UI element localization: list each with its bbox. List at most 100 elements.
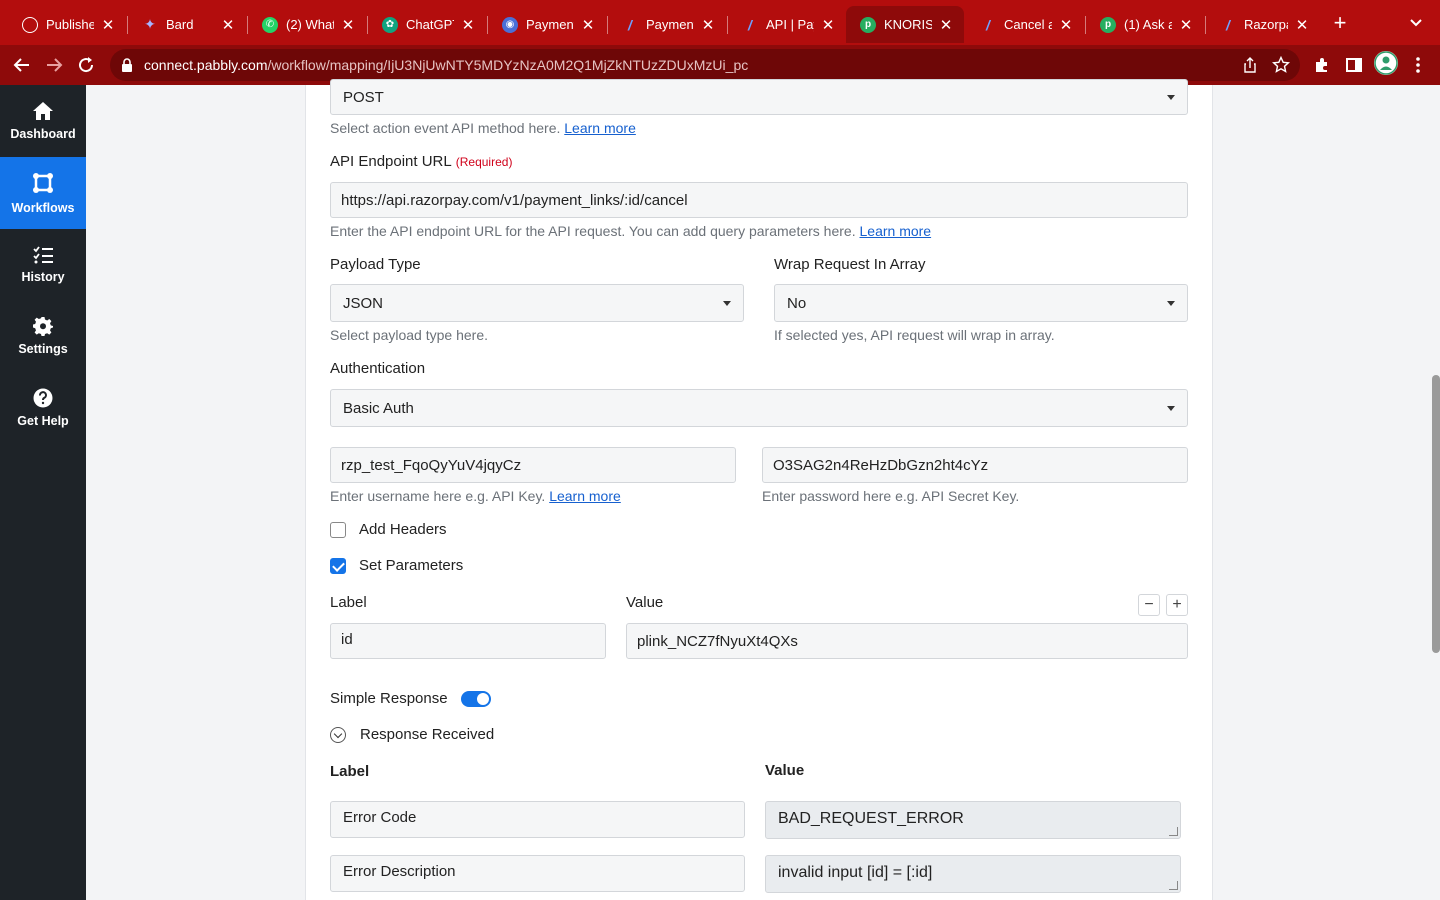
sidebar-item-get-help[interactable]: Get Help [0,372,86,444]
endpoint-help: Enter the API endpoint URL for the API r… [330,223,932,239]
list-icon [33,246,53,264]
address-bar[interactable]: connect.pabbly.com/workflow/mapping/IjU3… [110,49,1300,81]
param-value-input[interactable]: plink_NCZ7fNyuXt4QXs [626,623,1188,659]
main-content: POST Select action event API method here… [86,79,1440,900]
wrap-request-help: If selected yes, API request will wrap i… [774,327,1055,343]
gear-icon [33,317,53,336]
close-icon[interactable]: ✕ [100,16,116,34]
browser-tab[interactable]: p (1) Ask a ✕ [1086,6,1204,43]
learn-more-link[interactable]: Learn more [549,488,621,504]
browser-tab[interactable]: ◉ Payment ✕ [488,6,606,43]
response-label-field: Error Description [330,855,745,892]
new-tab-plus-icon[interactable]: + [1330,12,1350,36]
response-received-label: Response Received [360,726,495,743]
sidebar-item-dashboard[interactable]: Dashboard [0,85,86,157]
response-value-field[interactable]: BAD_REQUEST_ERROR [765,801,1181,839]
password-help: Enter password here e.g. API Secret Key. [762,488,1020,504]
payload-type-select[interactable]: JSON [330,284,744,322]
learn-more-link[interactable]: Learn more [860,223,932,239]
browser-menu-icon[interactable] [1406,53,1430,77]
remove-parameter-button[interactable]: − [1138,594,1160,616]
razorpay-icon: / [748,16,752,33]
close-icon[interactable]: ✕ [220,16,236,34]
home-icon [33,102,53,120]
add-headers-label: Add Headers [359,521,447,538]
payload-type-help: Select payload type here. [330,327,488,343]
browser-tab-strip: Publisher ✕ ✦ Bard ✕ ✆ (2) What ✕ ✿ Chat… [0,0,1440,45]
reload-icon[interactable] [74,53,98,77]
pabbly-icon: p [860,16,876,33]
wrap-request-select[interactable]: No [774,284,1188,322]
extensions-puzzle-icon[interactable] [1310,53,1334,77]
response-value-header: Value [765,762,805,779]
side-panel-icon[interactable] [1342,53,1366,77]
api-method-select[interactable]: POST [330,79,1188,115]
tab-search-chevron-icon[interactable] [1408,14,1426,34]
razorpay-icon: / [1226,16,1230,33]
sidebar-item-history[interactable]: History [0,229,86,301]
browser-tab[interactable]: / Payment ✕ [608,6,726,43]
share-icon[interactable] [1242,57,1258,73]
simple-response-toggle[interactable] [461,691,491,707]
browser-tab[interactable]: / API | Pay ✕ [728,6,846,43]
url-text: connect.pabbly.com/workflow/mapping/IjU3… [144,57,749,73]
sidebar-item-settings[interactable]: Settings [0,300,86,372]
workflow-icon [33,173,53,193]
profile-avatar[interactable] [1374,51,1398,75]
browser-tab[interactable]: / Cancel a ✕ [966,6,1084,43]
set-parameters-checkbox[interactable] [330,558,346,574]
username-input[interactable]: rzp_test_FqoQyYuV4jqyCz [330,447,736,483]
whatsapp-icon: ✆ [262,16,278,33]
browser-tab[interactable]: / Razorpay ✕ [1206,6,1320,43]
help-icon [33,388,53,408]
close-icon[interactable]: ✕ [820,16,836,34]
response-label-header: Label [330,763,370,780]
add-headers-checkbox[interactable] [330,522,346,538]
forward-arrow-icon[interactable] [42,53,66,77]
browser-tab-active[interactable]: p KNORISH ✕ [846,6,964,43]
lock-icon [122,58,132,72]
simple-response-label: Simple Response [330,690,448,707]
pabbly-icon: p [1100,16,1116,33]
close-icon[interactable]: ✕ [1058,16,1074,34]
endpoint-label: API Endpoint URL (Required) [330,153,513,170]
action-config-card: POST Select action event API method here… [305,79,1213,900]
eye-icon: ◉ [502,16,518,33]
browser-tab[interactable]: Publisher ✕ [8,6,126,43]
resize-handle-icon[interactable] [1169,827,1178,836]
close-icon[interactable]: ✕ [340,16,356,34]
resize-handle-icon[interactable] [1169,881,1178,890]
add-parameter-button[interactable]: + [1166,594,1188,616]
endpoint-url-input[interactable]: https://api.razorpay.com/v1/payment_link… [330,182,1188,218]
browser-tab[interactable]: ✦ Bard ✕ [128,6,246,43]
close-icon[interactable]: ✕ [1294,16,1310,34]
username-help: Enter username here e.g. API Key. Learn … [330,488,621,504]
browser-tab[interactable]: ✿ ChatGPT ✕ [368,6,486,43]
learn-more-link[interactable]: Learn more [564,120,636,136]
sparkle-icon: ✦ [144,16,156,32]
scrollbar-thumb[interactable] [1432,375,1440,653]
close-icon[interactable]: ✕ [938,16,954,34]
param-label-input[interactable]: id [330,623,606,659]
wrap-request-label: Wrap Request In Array [774,256,926,273]
bookmark-star-icon[interactable] [1272,56,1290,74]
browser-tab[interactable]: ✆ (2) What ✕ [248,6,366,43]
response-label-field: Error Code [330,801,745,838]
close-icon[interactable]: ✕ [460,16,476,34]
api-method-help: Select action event API method here. Lea… [330,120,636,136]
circle-icon [22,16,38,33]
authentication-select[interactable]: Basic Auth [330,389,1188,427]
back-arrow-icon[interactable] [10,53,34,77]
razorpay-icon: / [986,16,990,33]
sidebar-item-workflows[interactable]: Workflows [0,157,86,229]
chatgpt-icon: ✿ [382,16,398,33]
close-icon[interactable]: ✕ [580,16,596,34]
razorpay-icon: / [628,16,632,33]
response-received-chevron-icon[interactable] [330,727,346,743]
password-input[interactable]: O3SAG2n4ReHzDbGzn2ht4cYz [762,447,1188,483]
response-value-field[interactable]: invalid input [id] = [:id] [765,855,1181,893]
payload-type-label: Payload Type [330,256,421,273]
close-icon[interactable]: ✕ [1178,16,1194,34]
param-value-header: Value [626,594,664,611]
close-icon[interactable]: ✕ [700,16,716,34]
